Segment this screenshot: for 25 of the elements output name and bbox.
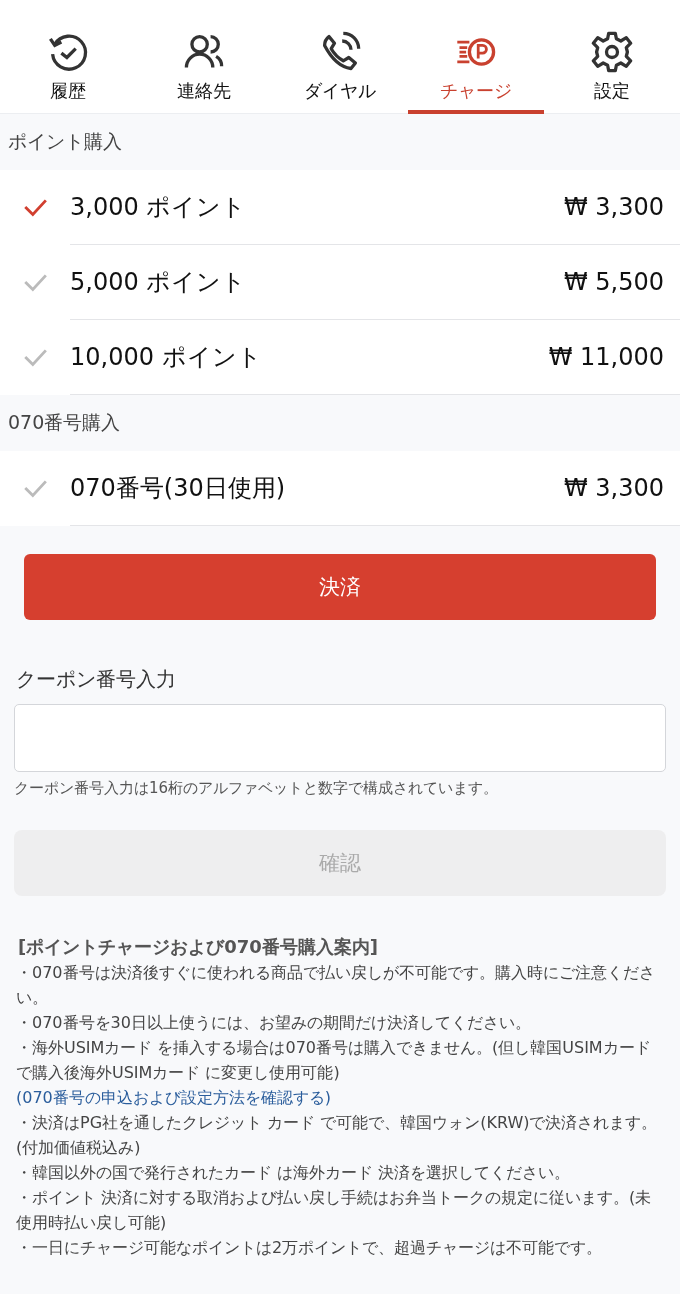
settings-icon bbox=[590, 30, 634, 74]
coupon-hint: クーポン番号入力は16桁のアルファベットと数字で構成されています。 bbox=[14, 779, 500, 798]
notice-text: ・海外USIMカード を挿入する場合は070番号は購入できません。(但し韓国USIMカードで購入後海外USIMカード に変更し使用可能) bbox=[15, 1037, 652, 1084]
notice-title: [ポイントチャージおよび070番号購入案内] bbox=[17, 935, 380, 959]
tab[interactable]: 履歴 bbox=[0, 0, 136, 114]
tab[interactable]: ダイヤル bbox=[272, 0, 408, 114]
coupon-label: クーポン番号入力 bbox=[16, 666, 177, 693]
notice-text: ・070番号は決済後すぐに使われる商品で払い戻しが不可能です。購入時にご注意ください。 bbox=[15, 962, 656, 1009]
notice-text: ・決済はPG社を通したクレジット カード で可能で、韓国ウォン(KRW)で決済されます。(付加価値税込み) bbox=[15, 1112, 659, 1159]
product-option[interactable]: 10,000 ポイント ₩ 11,000 bbox=[0, 320, 680, 395]
tab[interactable]: 連絡先 bbox=[136, 0, 272, 114]
product-option[interactable]: 3,000 ポイント ₩ 3,300 bbox=[0, 170, 680, 245]
pay-button[interactable]: 決済 bbox=[24, 554, 656, 620]
notice-text: ・ポイント 決済に対する取消および払い戻し手続はお弁当トークの規定に従います。(未使用時払い戻し可能) bbox=[15, 1187, 653, 1234]
guide-link[interactable]: (070番号の申込および設定方法を確認する) bbox=[16, 1088, 332, 1107]
section-title: 070番号購入 bbox=[7, 410, 122, 435]
product-option[interactable]: 5,000 ポイント ₩ 5,500 bbox=[0, 245, 680, 320]
notice-text: ・韓国以外の国で発行されたカード は海外カード 決済を選択してください。 bbox=[15, 1162, 572, 1184]
notice-text: ・070番号を30日以上使うには、お望みの期間だけ決済してください。 bbox=[15, 1012, 532, 1034]
tab[interactable]: チャージ bbox=[408, 0, 544, 114]
notice-text: ・一日にチャージ可能なポイントは2万ポイントで、超過チャージは不可能です。 bbox=[15, 1237, 604, 1259]
coupon-input[interactable] bbox=[14, 704, 666, 772]
section-title: ポイント購入 bbox=[7, 129, 123, 154]
product-option[interactable]: 070番号(30日使用) ₩ 3,300 bbox=[0, 451, 680, 526]
tab[interactable]: 設定 bbox=[544, 0, 680, 114]
